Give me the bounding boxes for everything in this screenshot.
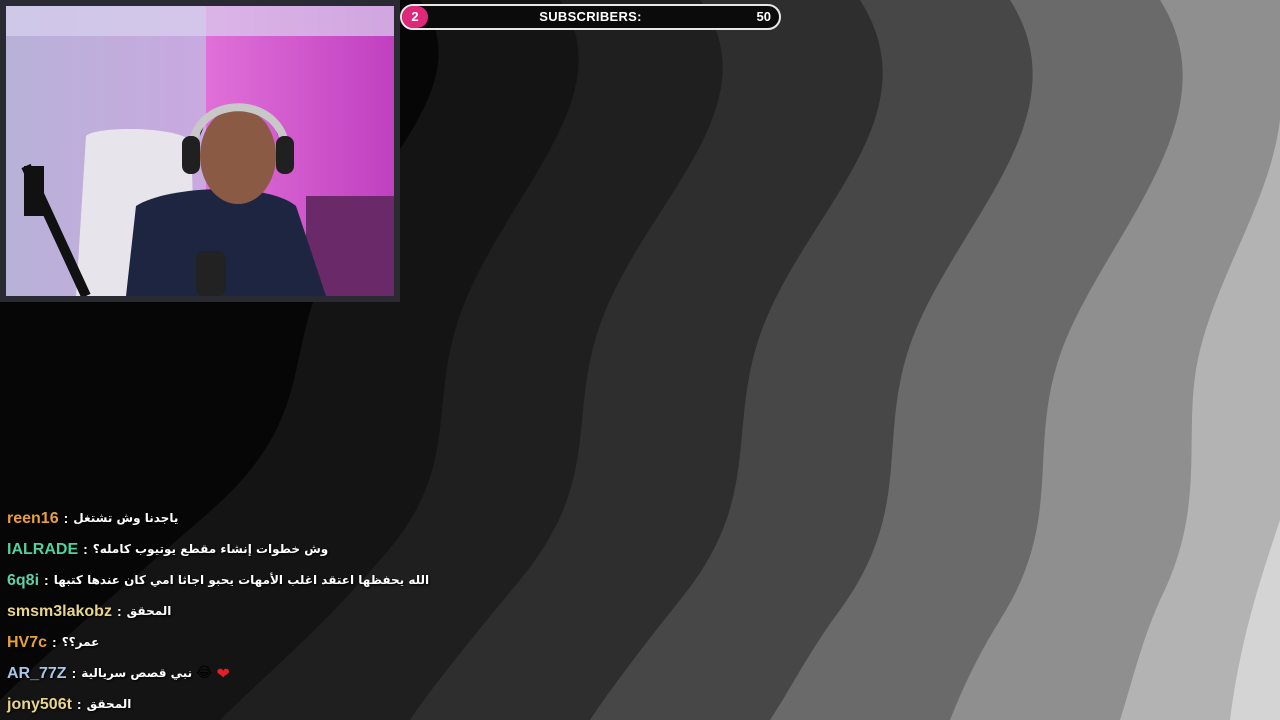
subscriber-goal-bar: 2 SUBSCRIBERS: 50 xyxy=(400,4,781,30)
chat-text: المحقق xyxy=(86,697,132,711)
laughing-emoji-icon: 😂 xyxy=(196,665,213,681)
subscriber-goal-count: 50 xyxy=(756,9,771,24)
subscriber-label: SUBSCRIBERS: xyxy=(539,9,642,24)
chat-text: وش خطوات إنشاء مقطع يوتيوب كامله؟ xyxy=(92,542,329,556)
chat-username: HV7c xyxy=(7,634,48,651)
chat-message: jony506t: المحقق xyxy=(7,689,427,720)
chat-text: ياجدنا وش تشتغل xyxy=(73,511,179,525)
stream-overlay: 2 SUBSCRIBERS: 50 reen16: ياجدنا وش تشتغل… xyxy=(0,0,1280,720)
chat-text: المحقق xyxy=(126,604,172,618)
chat-username: 6q8i xyxy=(7,572,40,589)
chat-username: IALRADE xyxy=(7,541,79,558)
chat-username: reen16 xyxy=(7,510,59,527)
chat-text: نبي قصص سريالية xyxy=(81,666,193,680)
chat-message: HV7c: عمر؟؟ xyxy=(7,627,427,658)
chat-username: jony506t xyxy=(7,696,72,713)
chat-separator: : xyxy=(44,572,49,588)
webcam-feed xyxy=(0,0,400,302)
chat-separator: : xyxy=(52,634,57,650)
chat-separator: : xyxy=(63,510,69,526)
chat-username: smsm3lakobz xyxy=(7,603,112,620)
chat-separator: : xyxy=(116,603,122,619)
chat-message: IALRADE: وش خطوات إنشاء مقطع يوتيوب كامله… xyxy=(7,534,427,565)
chat-message: reen16: ياجدنا وش تشتغل xyxy=(7,503,427,534)
chat-message: AR_77Z: نبي قصص سريالية 😂 ❤ xyxy=(7,658,427,689)
chat-separator: : xyxy=(76,696,82,712)
chat-overlay: reen16: ياجدنا وش تشتغل IALRADE: وش خطوات إ… xyxy=(7,503,430,720)
chat-text: عمر؟؟ xyxy=(61,635,100,649)
chat-message: 6q8i: الله يحفظها اعتقد اغلب الأمهات يحبو… xyxy=(7,565,430,596)
chat-text: الله يحفظها اعتقد اغلب الأمهات يحبو اجاث… xyxy=(53,573,430,587)
chat-username: AR_77Z xyxy=(7,665,67,682)
chat-message: smsm3lakobz: المحقق xyxy=(7,596,427,627)
chat-separator: : xyxy=(83,541,88,557)
heart-icon: ❤ xyxy=(216,664,230,683)
chat-separator: : xyxy=(71,665,77,681)
